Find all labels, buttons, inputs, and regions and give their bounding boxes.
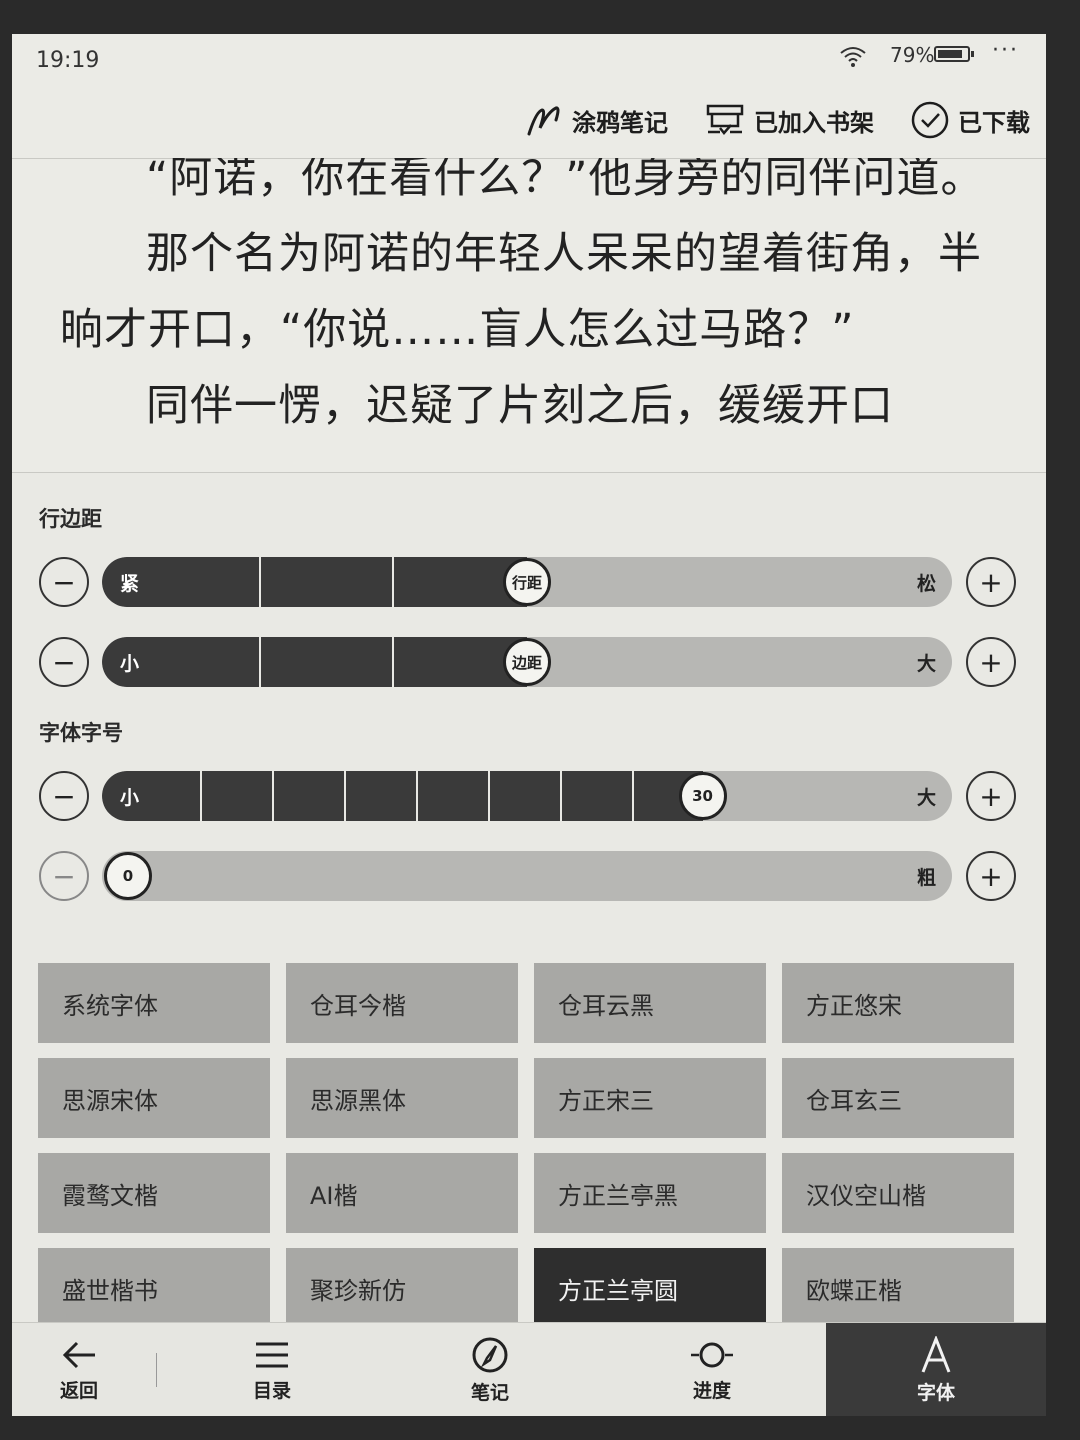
slider-knob[interactable]: 30	[678, 772, 727, 820]
slider-max-label: 松	[916, 573, 936, 595]
font-option[interactable]: 思源黑体	[286, 1058, 518, 1138]
nav-progress-label: 进度	[692, 1379, 731, 1402]
add-to-shelf-label: 已加入书架	[754, 108, 874, 137]
list-icon	[256, 1342, 288, 1367]
slider-tick	[632, 771, 634, 821]
margin-section-title: 行边距	[39, 507, 102, 531]
slider-fill	[102, 637, 527, 687]
font-settings-panel: 行边距 − 紧 松 行距 + − 小 大 边距 + 字体字号 − 小 大 30 …	[12, 472, 1046, 1328]
font-size-minus-button[interactable]: −	[39, 771, 89, 821]
line-spacing-plus-button[interactable]: +	[966, 557, 1016, 607]
font-option[interactable]: 系统字体	[38, 963, 270, 1043]
nav-progress[interactable]: 进度	[664, 1323, 760, 1416]
progress-icon	[691, 1342, 733, 1367]
nav-font[interactable]: 字体	[826, 1323, 1046, 1416]
slider-tick	[344, 771, 346, 821]
bookshelf-icon	[706, 104, 744, 135]
nav-notes-label: 笔记	[470, 1381, 509, 1404]
clock: 19:19	[36, 48, 100, 73]
paragraph: 同伴一愣，迟疑了片刻之后，缓缓开口	[146, 381, 894, 431]
compass-icon	[472, 1337, 508, 1372]
slider-min-label: 小	[120, 787, 140, 809]
slider-tick	[259, 557, 261, 607]
divider	[156, 1353, 157, 1387]
slider-max-label: 大	[916, 653, 936, 675]
slider-min-label: 小	[120, 653, 140, 675]
doodle-notes-button[interactable]: 涂鸦笔记	[526, 102, 668, 138]
slider-max-label: 大	[916, 787, 936, 809]
font-option[interactable]: 汉仪空山楷	[782, 1153, 1014, 1233]
slider-tick	[416, 771, 418, 821]
font-option[interactable]: 方正兰亭黑	[534, 1153, 766, 1233]
slider-tick	[200, 771, 202, 821]
downloaded-button[interactable]: 已下载	[910, 100, 1030, 140]
slider-tick	[560, 771, 562, 821]
font-option[interactable]: 霞鹜文楷	[38, 1153, 270, 1233]
paragraph: “阿诺，你在看什么？”他身旁的同伴问道。	[146, 158, 985, 203]
slider-tick	[259, 637, 261, 687]
slider-tick	[392, 637, 394, 687]
battery-icon	[934, 46, 974, 62]
font-size-slider[interactable]: 小 大 30	[102, 771, 952, 821]
font-option[interactable]: 方正兰亭圆	[534, 1248, 766, 1328]
add-to-shelf-button[interactable]: 已加入书架	[704, 102, 874, 138]
font-option[interactable]: 欧蝶正楷	[782, 1248, 1014, 1328]
wifi-icon	[840, 47, 866, 67]
slider-knob[interactable]: 0	[104, 852, 152, 900]
page-margin-plus-button[interactable]: +	[966, 637, 1016, 687]
font-option[interactable]: 方正悠宋	[782, 963, 1014, 1043]
font-option[interactable]: 方正宋三	[534, 1058, 766, 1138]
paragraph: 那个名为阿诺的年轻人呆呆的望着街角，半晌才开口，“你说……盲人怎么过马路？”	[60, 229, 982, 355]
slider-max-label: 粗	[916, 867, 936, 889]
nav-back[interactable]: 返回	[32, 1323, 126, 1416]
status-bar: 19:19 79% ···	[12, 34, 1046, 86]
doodle-notes-label: 涂鸦笔记	[572, 108, 668, 137]
font-weight-plus-button[interactable]: +	[966, 851, 1016, 901]
font-letter-icon	[921, 1335, 951, 1373]
more-icon[interactable]: ···	[992, 38, 1019, 63]
reader-screen: 19:19 79% ··· 涂鸦笔记 已加入书架 已下载 “阿诺，你在看什么？”…	[12, 34, 1046, 1416]
slider-min-label: 紧	[120, 573, 140, 595]
font-option[interactable]: 聚珍新仿	[286, 1248, 518, 1328]
arrow-left-icon	[62, 1341, 95, 1368]
slider-knob[interactable]: 边距	[503, 638, 551, 686]
nav-toc[interactable]: 目录	[224, 1323, 320, 1416]
slider-tick	[392, 557, 394, 607]
font-weight-slider[interactable]: 粗 0	[102, 851, 952, 901]
slider-tick	[272, 771, 274, 821]
nav-font-label: 字体	[916, 1381, 955, 1404]
top-actions: 涂鸦笔记 已加入书架 已下载	[526, 96, 1030, 144]
slider-tick	[488, 771, 490, 821]
bottom-nav: 返回 目录 笔记 进度 字体	[12, 1322, 1046, 1416]
nav-toc-label: 目录	[252, 1379, 291, 1402]
font-grid: 系统字体 仓耳今楷 仓耳云黑 方正悠宋思源宋体 思源黑体 方正宋三 仓耳玄三霞鹜文楷 AI楷方…	[38, 963, 1018, 1328]
nav-back-label: 返回	[59, 1379, 98, 1402]
line-spacing-slider[interactable]: 紧 松 行距	[102, 557, 952, 607]
battery-percent: 79%	[890, 43, 935, 67]
pen-scribble-icon	[527, 106, 560, 136]
font-option[interactable]: AI楷	[286, 1153, 518, 1233]
nav-notes[interactable]: 笔记	[442, 1323, 538, 1416]
font-size-plus-button[interactable]: +	[966, 771, 1016, 821]
page-margin-minus-button[interactable]: −	[39, 637, 89, 687]
page-margin-slider[interactable]: 小 大 边距	[102, 637, 952, 687]
font-option[interactable]: 仓耳云黑	[534, 963, 766, 1043]
check-circle-icon	[911, 101, 949, 139]
font-option[interactable]: 仓耳玄三	[782, 1058, 1014, 1138]
reading-area[interactable]: “阿诺，你在看什么？”他身旁的同伴问道。 那个名为阿诺的年轻人呆呆的望着街角，半…	[12, 158, 1046, 472]
font-option[interactable]: 仓耳今楷	[286, 963, 518, 1043]
slider-knob[interactable]: 行距	[503, 558, 551, 606]
font-weight-minus-button[interactable]: −	[39, 851, 89, 901]
font-option[interactable]: 盛世楷书	[38, 1248, 270, 1328]
line-spacing-minus-button[interactable]: −	[39, 557, 89, 607]
slider-fill	[102, 557, 527, 607]
font-option[interactable]: 思源宋体	[38, 1058, 270, 1138]
font-section-title: 字体字号	[39, 721, 123, 745]
slider-fill	[102, 771, 703, 821]
downloaded-label: 已下载	[958, 108, 1030, 137]
